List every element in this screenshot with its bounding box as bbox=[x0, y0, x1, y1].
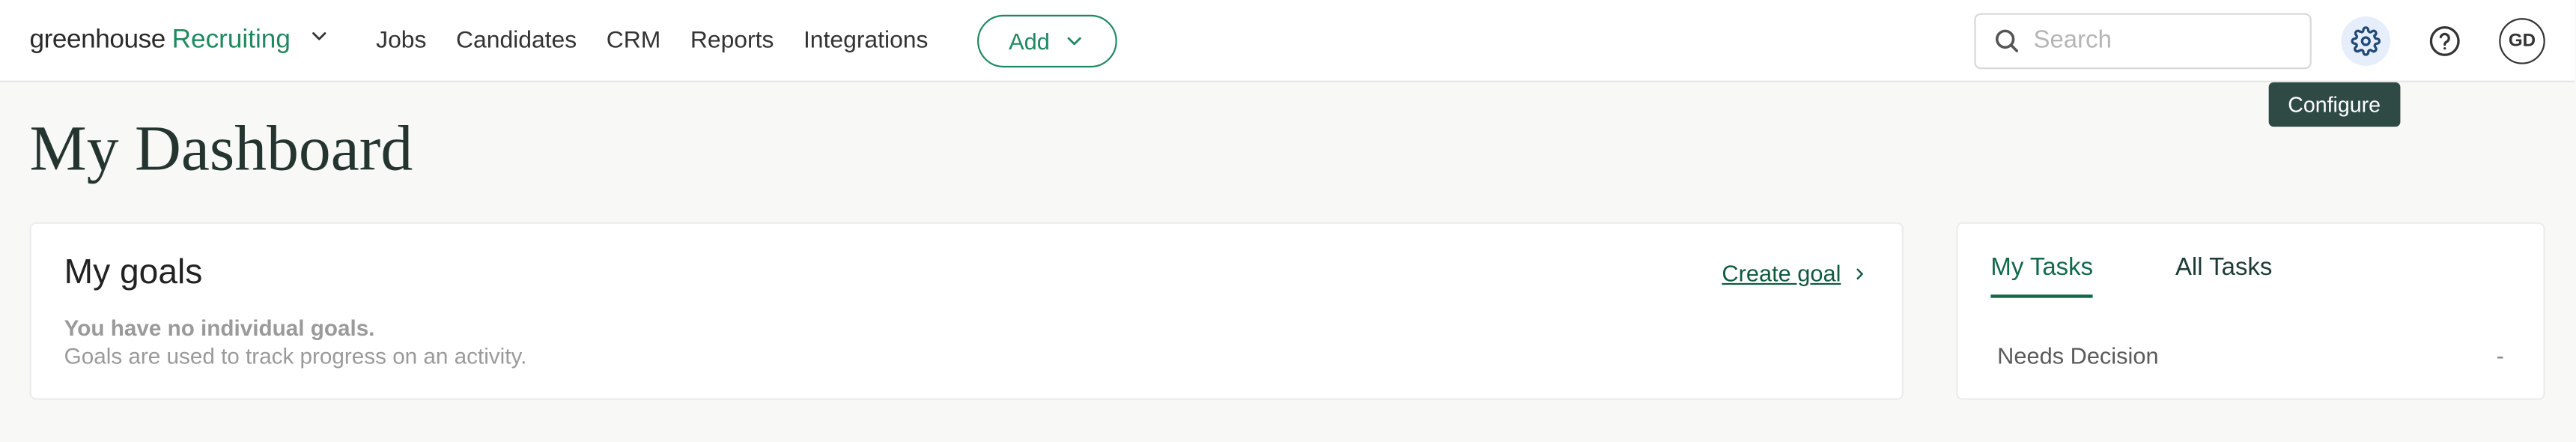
user-avatar[interactable]: GD bbox=[2499, 17, 2545, 64]
goals-empty-line2: Goals are used to track progress on an a… bbox=[64, 344, 1869, 369]
top-navbar: greenhouse Recruiting Jobs Candidates CR… bbox=[0, 0, 2575, 82]
help-button[interactable] bbox=[2420, 16, 2470, 65]
add-button[interactable]: Add bbox=[977, 14, 1117, 67]
search-input[interactable] bbox=[2033, 26, 2360, 54]
logo-greenhouse: greenhouse bbox=[30, 26, 165, 56]
nav-integrations[interactable]: Integrations bbox=[804, 27, 928, 53]
tasks-tabs: My Tasks All Tasks bbox=[1990, 253, 2510, 300]
logo-recruiting: Recruiting bbox=[172, 26, 291, 56]
tab-all-tasks[interactable]: All Tasks bbox=[2175, 253, 2272, 297]
configure-tooltip: Configure bbox=[2268, 82, 2401, 126]
chevron-down-icon bbox=[307, 25, 330, 48]
create-goal-label: Create goal bbox=[1722, 260, 1841, 286]
search-icon bbox=[1993, 26, 2020, 54]
goals-empty-line1: You have no individual goals. bbox=[64, 316, 1869, 341]
create-goal-link[interactable]: Create goal bbox=[1722, 260, 1868, 286]
search-box[interactable] bbox=[1974, 12, 2311, 68]
main-nav: Jobs Candidates CRM Reports Integrations bbox=[376, 27, 928, 53]
add-button-label: Add bbox=[1009, 27, 1050, 53]
task-row-count: - bbox=[2497, 342, 2504, 369]
page-title: My Dashboard bbox=[30, 112, 2545, 186]
tab-my-tasks[interactable]: My Tasks bbox=[1990, 253, 2093, 297]
task-row-label: Needs Decision bbox=[1997, 342, 2158, 369]
product-logo[interactable]: greenhouse Recruiting bbox=[30, 25, 330, 56]
nav-jobs[interactable]: Jobs bbox=[376, 27, 426, 53]
chevron-down-icon bbox=[1063, 28, 1086, 52]
my-goals-card: My goals Create goal You have no individ… bbox=[30, 222, 1904, 400]
task-row-needs-decision[interactable]: Needs Decision - bbox=[1990, 312, 2510, 369]
tasks-card: My Tasks All Tasks Needs Decision - bbox=[1956, 222, 2545, 400]
configure-button[interactable]: Configure bbox=[2341, 16, 2390, 65]
nav-candidates[interactable]: Candidates bbox=[456, 27, 577, 53]
gear-icon bbox=[2351, 25, 2381, 55]
chevron-right-icon bbox=[1851, 264, 1869, 282]
avatar-initials: GD bbox=[2509, 31, 2536, 50]
nav-reports[interactable]: Reports bbox=[690, 27, 774, 53]
help-icon bbox=[2428, 24, 2461, 57]
goals-heading: My goals bbox=[64, 253, 203, 293]
goals-empty-state: You have no individual goals. Goals are … bbox=[64, 316, 1869, 369]
nav-crm[interactable]: CRM bbox=[607, 27, 661, 53]
